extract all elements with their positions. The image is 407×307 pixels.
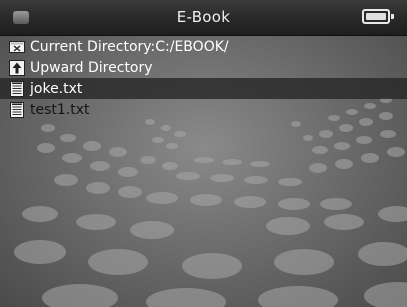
list-item-label: Upward Directory (30, 59, 153, 76)
list-item-current-directory[interactable]: Current Directory:C:/EBOOK/ (0, 36, 407, 57)
upward-arrow-icon (9, 59, 25, 76)
page-title: E-Book (176, 8, 231, 26)
folder-x-icon (9, 40, 25, 53)
battery-icon (362, 9, 394, 24)
file-list: Current Directory:C:/EBOOK/ Upward Direc… (0, 36, 407, 120)
list-item-label: Current Directory:C:/EBOOK/ (30, 38, 229, 55)
list-item-label: joke.txt (30, 80, 83, 97)
list-item-joke-txt[interactable]: joke.txt (0, 78, 407, 99)
list-item-upward-directory[interactable]: Upward Directory (0, 57, 407, 78)
text-file-icon (10, 101, 24, 118)
list-item-label: test1.txt (30, 101, 90, 118)
list-item-test1-txt[interactable]: test1.txt (0, 99, 407, 120)
text-file-icon (10, 80, 24, 97)
ebook-screen: E-Book Current Directory:C:/EBOOK/ Upwar… (0, 0, 407, 307)
title-bar: E-Book (0, 0, 407, 36)
